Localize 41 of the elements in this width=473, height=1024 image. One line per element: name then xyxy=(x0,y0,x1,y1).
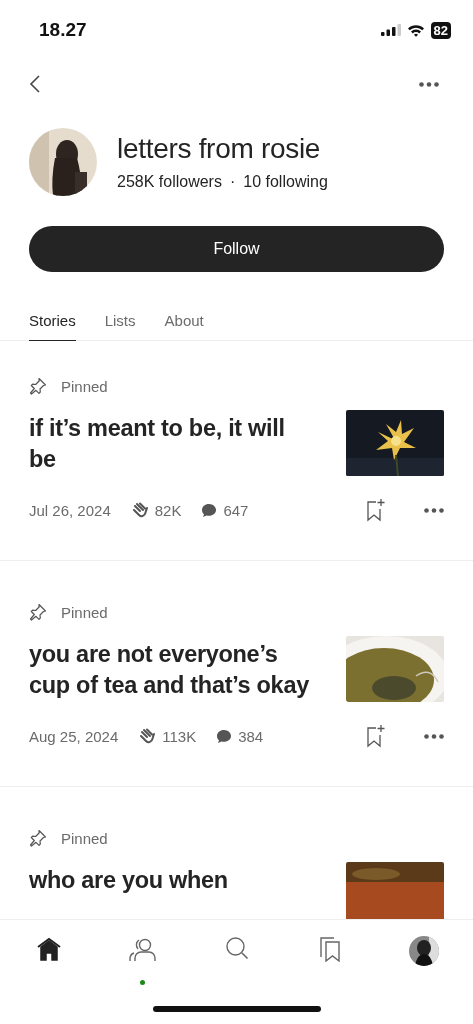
comment-count: 647 xyxy=(223,501,249,519)
story-title[interactable]: who are you when xyxy=(29,865,228,896)
separator-dot: · xyxy=(229,173,236,191)
pin-icon xyxy=(29,829,47,847)
profile-tab[interactable]: Stories xyxy=(29,308,76,341)
comment-icon[interactable] xyxy=(201,502,218,518)
bookmark-add-icon[interactable] xyxy=(366,724,386,748)
status-time: 18.27 xyxy=(39,19,87,41)
wifi-icon xyxy=(406,23,425,37)
more-icon[interactable] xyxy=(419,81,439,87)
follow-button[interactable]: Follow xyxy=(29,226,444,272)
search-icon[interactable] xyxy=(224,936,249,960)
pin-icon xyxy=(29,377,47,395)
pin-icon xyxy=(29,603,47,621)
pinned-label: Pinned xyxy=(61,377,108,395)
signal-icon xyxy=(380,24,401,36)
bookmark-add-icon[interactable] xyxy=(366,498,386,522)
followers-count[interactable]: 258K followers xyxy=(117,173,222,191)
story-title[interactable]: you are not everyone’s cup of tea and that’s okay xyxy=(29,639,314,701)
home-icon[interactable] xyxy=(36,936,62,962)
following-count[interactable]: 10 following xyxy=(243,173,328,191)
clap-count: 82K xyxy=(154,501,182,519)
comment-icon[interactable] xyxy=(216,728,233,744)
clap-icon[interactable] xyxy=(138,728,157,744)
more-icon[interactable] xyxy=(424,733,444,739)
battery-level: 82 xyxy=(430,21,451,39)
pinned-label: Pinned xyxy=(61,603,108,621)
more-icon[interactable] xyxy=(424,507,444,513)
story-title[interactable]: if it’s meant to be, it will be xyxy=(29,413,314,475)
clap-icon[interactable] xyxy=(130,502,149,518)
back-icon[interactable] xyxy=(29,74,41,94)
pinned-label: Pinned xyxy=(61,829,108,847)
people-icon[interactable] xyxy=(128,936,157,962)
publish-date: Jul 26, 2024 xyxy=(29,501,111,519)
profile-name: letters from rosie xyxy=(117,133,322,165)
clap-count: 113K xyxy=(162,727,197,745)
profile-tab[interactable]: Lists xyxy=(104,308,136,341)
profile-tab[interactable]: About xyxy=(164,308,204,341)
publish-date: Aug 25, 2024 xyxy=(29,727,119,745)
comment-count: 384 xyxy=(238,727,264,745)
bookmarks-icon[interactable] xyxy=(319,936,342,962)
